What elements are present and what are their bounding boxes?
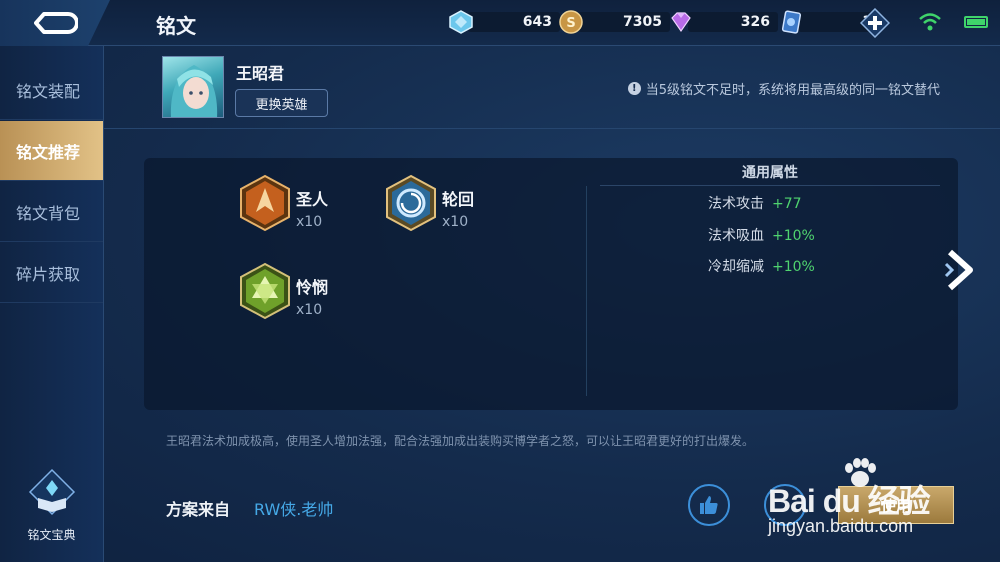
stat-value: +77 [772,196,802,212]
top-bar: 铭文 643 S 7305 326 1 [0,0,1000,46]
resource-gem: 326 [668,10,778,34]
book-icon [28,468,76,516]
rune-name: 怜悯 [296,278,329,297]
rune-count: x10 [296,214,323,230]
rune-saint-icon [240,174,290,232]
hero-name: 王昭君 [236,64,285,83]
rune-item[interactable]: 轮回 x10 [384,174,474,232]
notice-text: ! 当5级铭文不足时，系统将用最高级的同一铭文替代 [627,79,940,98]
use-button[interactable]: 使用 [838,486,954,524]
back-button[interactable] [0,0,110,46]
sidebar-item-label: 碎片获取 [16,264,81,284]
source-author[interactable]: RW侠.老帅 [254,496,333,520]
sidebar-item-label: 铭文装配 [16,81,81,101]
rune-item[interactable]: 圣人 x10 [238,174,328,232]
stats-title: 通用属性 [742,165,798,181]
gem-count: 326 [688,12,778,32]
stat-key: 法术吸血 [708,228,764,244]
stat-key: 冷却缩减 [708,259,764,275]
stat-value: +10% [772,259,815,275]
sidebar-item-fragments[interactable]: 碎片获取 [0,243,103,303]
gold-count: 7305 [578,12,670,32]
sidebar-item-label: 铭文背包 [16,203,81,223]
wifi-icon [919,13,941,31]
resource-diamond: 643 [448,10,560,34]
rune-codex-button[interactable]: 铭文宝典 [0,468,103,558]
sidebar-item-label: 铭文推荐 [16,142,81,162]
change-hero-button[interactable]: 更换英雄 [235,89,328,117]
rune-count: x10 [296,302,323,318]
add-plus-icon[interactable] [860,8,890,38]
back-arrow-icon [34,12,78,34]
stat-row: 法术攻击 +77 [708,193,802,213]
battery-icon [964,16,988,28]
svg-text:S: S [566,16,575,31]
stat-row: 法术吸血 +10% [708,225,815,245]
rune-name: 圣人 [296,190,329,209]
page-title: 铭文 [156,14,196,38]
stat-row: 冷却缩减 +10% [708,256,815,276]
hero-avatar [162,56,224,118]
diamond-count: 643 [468,12,560,32]
stat-key: 法术攻击 [708,196,764,212]
sidebar-item-rune-recommend[interactable]: 铭文推荐 [0,121,103,181]
rune-samsara-icon [386,174,436,232]
next-arrow-icon[interactable] [944,248,978,292]
notice-label: 当5级铭文不足时，系统将用最高级的同一铭文替代 [645,83,940,98]
plan-description: 王昭君法术加成极高，使用圣人增加法强，配合法强加成出装购买博学者之怒，可以让王昭… [166,434,755,448]
diamond-icon [449,10,473,34]
sidebar: 铭文装配 铭文推荐 铭文背包 碎片获取 铭文宝典 [0,46,104,562]
rune-item[interactable]: 怜悯 x10 [238,262,328,320]
like-button[interactable] [688,484,730,526]
gem-icon [671,12,691,33]
rune-name: 轮回 [442,190,475,209]
gold-coin-icon: S [559,10,583,34]
share-button[interactable] [764,484,806,526]
resource-gold: S 7305 [558,10,670,34]
panel-divider [586,186,587,396]
ticket-card-icon [781,10,802,34]
rune-count: x10 [442,214,469,230]
codex-label: 铭文宝典 [27,528,76,542]
source-label: 方案来自 [166,500,231,519]
stats-divider [600,185,940,186]
sidebar-item-rune-setup[interactable]: 铭文装配 [0,60,103,120]
header-divider [104,128,1000,129]
hero-portrait-icon [170,65,218,117]
thumbs-up-icon [700,496,718,514]
stat-value: +10% [772,228,815,244]
rune-mercy-icon [240,262,290,320]
sidebar-item-rune-bag[interactable]: 铭文背包 [0,182,103,242]
info-icon: ! [627,82,641,95]
